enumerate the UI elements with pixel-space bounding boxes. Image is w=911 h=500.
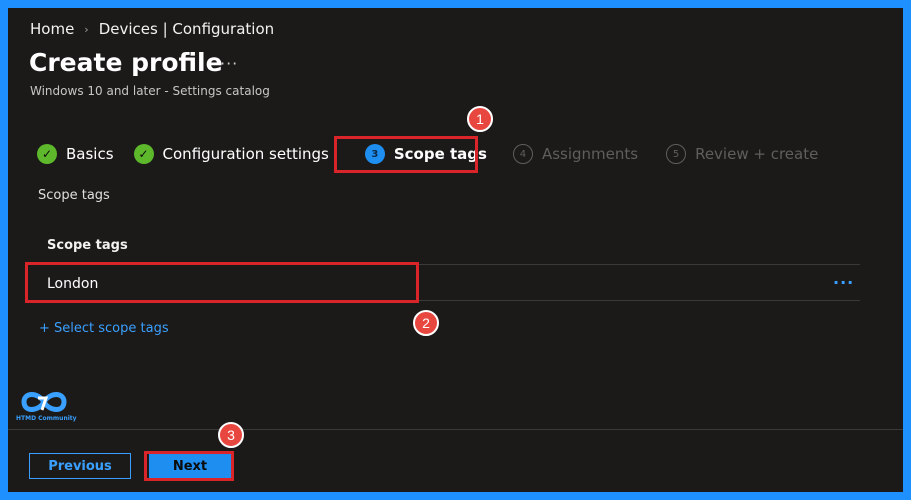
step-label: Assignments: [541, 145, 639, 163]
breadcrumb-devices-configuration[interactable]: Devices | Configuration: [99, 20, 274, 38]
row-more-options-icon[interactable]: ···: [833, 275, 854, 291]
breadcrumb-home[interactable]: Home: [30, 20, 74, 38]
annotation-marker-2: 2: [413, 310, 439, 336]
step-configuration-settings[interactable]: ✓ Configuration settings: [133, 144, 329, 164]
checkmark-icon: ✓: [133, 144, 154, 164]
previous-button[interactable]: Previous: [29, 453, 131, 479]
step-review-create: 5 Review + create: [666, 144, 818, 164]
breadcrumb: Home › Devices | Configuration: [30, 20, 274, 38]
annotation-marker-3: 3: [218, 422, 244, 448]
more-options-icon[interactable]: ···: [220, 54, 238, 73]
logo-text: HTMD Community: [16, 415, 77, 422]
step-number-4-icon: 4: [512, 144, 533, 164]
select-scope-tags-link[interactable]: + Select scope tags: [39, 321, 169, 336]
highlight-box-next-button: [144, 451, 234, 481]
step-assignments: 4 Assignments: [512, 144, 639, 164]
chevron-right-icon: ›: [84, 22, 89, 36]
checkmark-icon: ✓: [37, 144, 57, 164]
highlight-box-scope-tags: [334, 136, 478, 173]
page-subtitle: Windows 10 and later - Settings catalog: [30, 84, 270, 98]
page-title: Create profile: [29, 48, 223, 77]
step-label: Review + create: [695, 145, 819, 163]
step-label: Configuration settings: [162, 145, 329, 163]
section-label: Scope tags: [38, 188, 110, 203]
main-panel: Home › Devices | Configuration Create pr…: [8, 8, 903, 492]
step-label: Basics: [66, 145, 114, 163]
step-number-5-icon: 5: [666, 144, 687, 164]
table-header-scope-tags: Scope tags: [47, 238, 128, 253]
highlight-box-london-row: [25, 262, 419, 303]
footer-divider: [8, 429, 903, 430]
step-basics[interactable]: ✓ Basics: [37, 144, 114, 164]
annotation-marker-1: 1: [467, 106, 493, 132]
